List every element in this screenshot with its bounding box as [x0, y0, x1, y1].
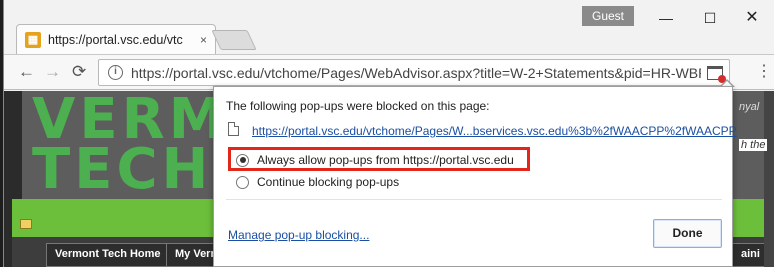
menu-icon[interactable]: ⋮ [756, 64, 772, 80]
forward-button[interactable]: → [44, 63, 61, 81]
browser-tab[interactable]: ▦ https://portal.vsc.edu/vtc × [16, 24, 216, 54]
folder-icon[interactable] [20, 219, 32, 229]
blocked-popup-link[interactable]: https://portal.vsc.edu/vtchome/Pages/W..… [252, 124, 737, 138]
done-button[interactable]: Done [653, 219, 722, 248]
minimize-button[interactable]: — [656, 8, 676, 28]
grid-icon: ▦ [25, 31, 41, 48]
document-icon [228, 122, 239, 136]
block-radio[interactable] [236, 175, 249, 189]
close-tab-icon[interactable]: × [200, 33, 207, 47]
back-button[interactable]: ← [18, 63, 35, 81]
popup-blocked-icon[interactable] [707, 65, 726, 83]
close-window-button[interactable]: ✕ [742, 8, 762, 28]
block-label: Continue blocking pop-ups [257, 175, 400, 189]
allow-popups-option[interactable]: Always allow pop-ups from https://portal… [236, 153, 514, 167]
tab-title: https://portal.vsc.edu/vtc [48, 32, 183, 47]
block-popups-option[interactable]: Continue blocking pop-ups [236, 175, 399, 189]
right-strip [764, 91, 774, 267]
toolbar: ← → ⟳ i https://portal.vsc.edu/vtchome/P… [4, 54, 774, 90]
manage-popup-link[interactable]: Manage pop-up blocking... [228, 228, 369, 242]
address-bar[interactable]: i https://portal.vsc.edu/vtchome/Pages/W… [98, 59, 730, 86]
allow-label: Always allow pop-ups from https://portal… [257, 153, 514, 167]
side-text-2: h the [739, 139, 768, 151]
nav-vermont-tech-home[interactable]: Vermont Tech Home [46, 243, 170, 267]
popup-blocked-bubble: The following pop-ups were blocked on th… [213, 86, 737, 267]
bubble-title: The following pop-ups were blocked on th… [226, 99, 490, 113]
reload-button[interactable]: ⟳ [72, 63, 86, 81]
url-text[interactable]: https://portal.vsc.edu/vtchome/Pages/Web… [131, 65, 701, 81]
allow-radio[interactable] [236, 153, 249, 167]
divider [226, 199, 722, 200]
browser-window: ▦ https://portal.vsc.edu/vtc × Guest — ☐… [3, 0, 774, 267]
info-icon[interactable]: i [108, 65, 123, 80]
side-text-1: nyal [739, 101, 760, 113]
profile-badge[interactable]: Guest [582, 6, 635, 26]
new-tab-button[interactable] [211, 30, 257, 50]
maximize-button[interactable]: ☐ [700, 8, 720, 28]
title-bar: ▦ https://portal.vsc.edu/vtc × Guest — ☐… [4, 0, 774, 58]
